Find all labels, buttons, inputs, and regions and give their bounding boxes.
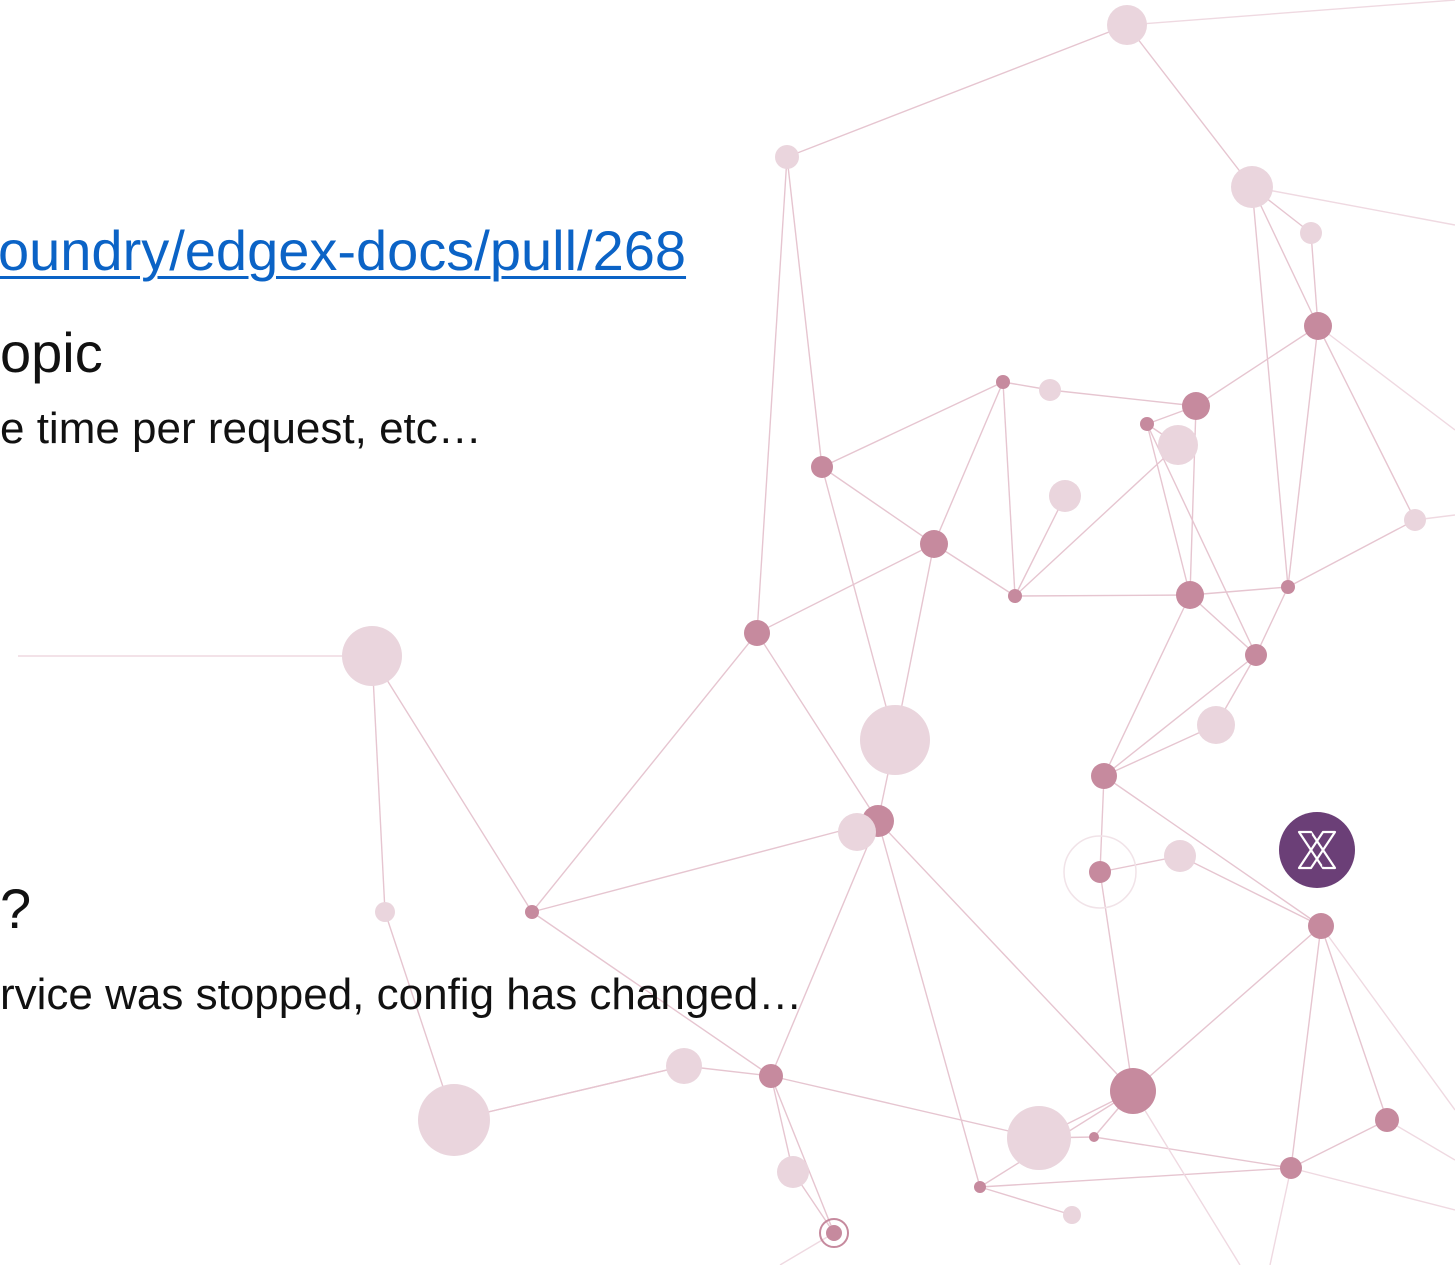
network-node: [759, 1064, 783, 1088]
network-node: [1049, 480, 1081, 512]
network-edge: [531, 820, 879, 913]
network-node: [1245, 644, 1267, 666]
pull-request-link[interactable]: oundry/edgex-docs/pull/268: [0, 218, 686, 283]
network-node: [920, 530, 948, 558]
network-node: [1063, 1206, 1081, 1224]
time-per-request-text: e time per request, etc…: [0, 404, 482, 453]
network-edge: [371, 655, 386, 913]
network-edge: [1014, 444, 1179, 597]
network-node: [1107, 5, 1147, 45]
network-edge: [1126, 24, 1253, 188]
network-node: [1039, 379, 1061, 401]
network-edge: [1317, 325, 1416, 521]
service-stopped-text: rvice was stopped, config has changed…: [0, 970, 803, 1019]
topic-heading: opic: [0, 321, 103, 384]
network-node: [375, 902, 395, 922]
network-node: [974, 1181, 986, 1193]
network-edge: [1320, 925, 1455, 1111]
network-edge: [1103, 594, 1191, 777]
network-edge: [1189, 586, 1289, 596]
network-edge: [933, 543, 1016, 597]
network-node: [1375, 1108, 1399, 1132]
network-node: [1231, 166, 1273, 208]
network-edge: [371, 655, 533, 913]
network-node: [1089, 1132, 1099, 1142]
network-node: [1140, 417, 1154, 431]
network-node: [1089, 861, 1111, 883]
network-edge: [1320, 925, 1388, 1121]
network-edge: [1014, 495, 1066, 597]
network-edge: [1251, 186, 1319, 327]
network-node: [777, 1156, 809, 1188]
network-node: [1182, 392, 1210, 420]
network-edge: [786, 156, 823, 468]
network-edge: [821, 466, 896, 741]
network-node: [1164, 840, 1196, 872]
network-edge: [979, 1167, 1292, 1188]
question-heading: ?: [0, 877, 32, 940]
network-node: [1008, 589, 1022, 603]
network-node: [666, 1048, 702, 1084]
network-node: [838, 813, 876, 851]
network-edge: [1014, 594, 1191, 597]
network-edge: [770, 1075, 1040, 1139]
network-node: [811, 456, 833, 478]
network-node: [418, 1084, 490, 1156]
network-node: [1280, 1157, 1302, 1179]
network-edge: [1099, 871, 1134, 1092]
network-edge: [979, 1186, 1073, 1216]
network-node: [342, 626, 402, 686]
network-edge: [1290, 1119, 1388, 1169]
network-node: [860, 705, 930, 775]
network-edge: [1195, 325, 1319, 407]
network-edge: [1103, 654, 1257, 777]
network-nodes: [342, 5, 1426, 1248]
network-edge: [1126, 0, 1455, 26]
network-edge: [1251, 186, 1455, 226]
network-edge: [1290, 925, 1322, 1169]
network-edge: [1255, 586, 1289, 656]
network-edge: [770, 820, 879, 1077]
network-edge: [1287, 325, 1319, 588]
network-edge: [756, 156, 788, 634]
network-node: [1176, 581, 1204, 609]
network-edge: [779, 1232, 835, 1265]
network-node: [775, 145, 799, 169]
network-edge: [1317, 325, 1455, 431]
network-edge: [756, 632, 879, 822]
x-logo-icon: [1279, 812, 1355, 888]
network-node: [1304, 312, 1332, 340]
network-node: [1308, 913, 1334, 939]
network-node: [1007, 1106, 1071, 1170]
network-node: [1300, 222, 1322, 244]
network-edge: [1269, 1167, 1292, 1265]
network-node: [1404, 509, 1426, 531]
network-edge: [1002, 381, 1016, 597]
network-edge: [1290, 1167, 1455, 1211]
network-node: [996, 375, 1010, 389]
network-node: [744, 620, 770, 646]
network-edge: [1093, 1136, 1292, 1169]
network-node: [1158, 425, 1198, 465]
network-edge: [1049, 389, 1197, 407]
network-edge: [821, 381, 1004, 468]
network-background: [18, 0, 1455, 1265]
network-edge: [770, 1075, 835, 1234]
network-edge: [1251, 186, 1289, 588]
network-node: [826, 1225, 842, 1241]
network-node: [1110, 1068, 1156, 1114]
network-edge: [1132, 925, 1322, 1092]
network-edge: [1287, 519, 1416, 588]
network-node: [1197, 706, 1235, 744]
network-node: [1091, 763, 1117, 789]
network-edge: [1132, 1090, 1241, 1265]
network-node: [1281, 580, 1295, 594]
network-edge: [933, 381, 1004, 545]
network-node: [525, 905, 539, 919]
network-edge: [531, 632, 758, 913]
network-edge: [786, 24, 1128, 158]
network-edge: [1099, 775, 1105, 873]
